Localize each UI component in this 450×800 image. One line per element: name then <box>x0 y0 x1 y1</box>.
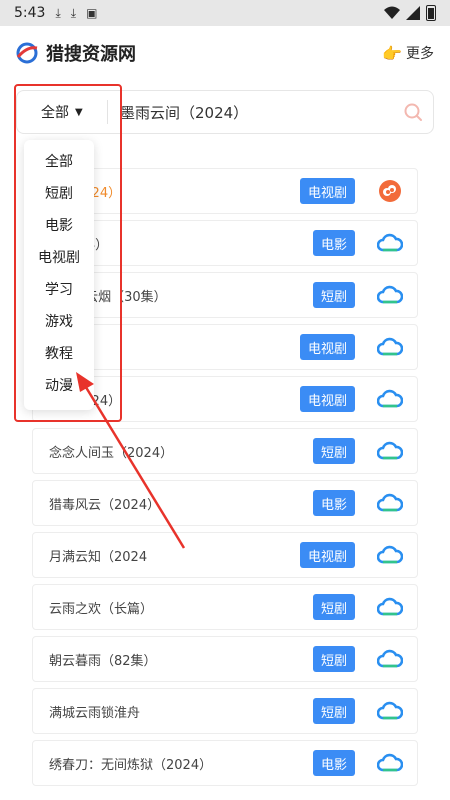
result-row[interactable]: 云雨之欢（长篇） 短剧 <box>32 584 418 630</box>
result-tag: 电视剧 <box>299 542 355 568</box>
dropdown-option-anime[interactable]: 动漫 <box>24 370 94 402</box>
baidu-cloud-icon[interactable] <box>377 334 403 360</box>
dropdown-option-all[interactable]: 全部 <box>24 146 94 178</box>
site-logo-icon <box>16 42 38 64</box>
baidu-cloud-icon[interactable] <box>377 230 403 256</box>
status-bar: 5:43 ⤓ ⤓ ▣ <box>0 0 450 26</box>
baidu-cloud-icon[interactable] <box>377 282 403 308</box>
baidu-cloud-icon[interactable] <box>377 386 403 412</box>
dropdown-option-movie[interactable]: 电影 <box>24 210 94 242</box>
search-input[interactable] <box>108 103 393 121</box>
status-time: 5:43 <box>14 5 46 21</box>
result-tag: 电视剧 <box>299 334 355 360</box>
caret-down-icon: ▼ <box>75 106 83 118</box>
result-title: 云雨之欢（长篇） <box>49 601 154 617</box>
dropdown-option-short-drama[interactable]: 短剧 <box>24 178 94 210</box>
result-row[interactable]: 念念人间玉（2024） 短剧 <box>32 428 418 474</box>
baidu-cloud-icon[interactable] <box>377 698 403 724</box>
result-tag: 短剧 <box>312 698 355 724</box>
dropdown-option-study[interactable]: 学习 <box>24 274 94 306</box>
result-title: 月满云知（2024 <box>49 549 148 565</box>
category-dropdown: 全部 短剧 电影 电视剧 学习 游戏 教程 动漫 <box>24 140 94 410</box>
baidu-cloud-icon[interactable] <box>377 542 403 568</box>
result-title: 猎毒风云（2024） <box>49 497 161 513</box>
more-button[interactable]: 👉 更多 <box>382 43 434 63</box>
result-tag: 短剧 <box>312 646 355 672</box>
signal-icon <box>406 6 420 20</box>
search-button[interactable] <box>393 102 433 122</box>
result-tag: 电影 <box>312 230 355 256</box>
battery-icon <box>426 5 436 21</box>
result-tag: 电影 <box>312 490 355 516</box>
category-select[interactable]: 全部 ▼ <box>17 102 103 122</box>
ucloud-icon[interactable] <box>377 178 403 204</box>
result-row[interactable]: 月满云知（2024 电视剧 <box>32 532 418 578</box>
more-label: 更多 <box>406 46 434 62</box>
result-row[interactable]: 猎毒风云（2024） 电影 <box>32 480 418 526</box>
site-title: 猎搜资源网 <box>46 44 136 65</box>
result-tag: 电影 <box>312 750 355 776</box>
result-title: 绣春刀：无间炼狱（2024） <box>49 757 213 773</box>
pointing-hand-icon: 👉 <box>382 43 402 63</box>
baidu-cloud-icon[interactable] <box>377 594 403 620</box>
baidu-cloud-icon[interactable] <box>377 646 403 672</box>
wifi-icon <box>384 6 400 19</box>
result-tag: 电视剧 <box>299 386 355 412</box>
result-tag: 短剧 <box>312 282 355 308</box>
baidu-cloud-icon[interactable] <box>377 490 403 516</box>
download-icon: ⤓ <box>70 5 77 20</box>
search-icon <box>404 103 422 121</box>
result-title: 朝云暮雨（82集） <box>49 653 157 669</box>
download-icon: ⤓ <box>55 5 61 20</box>
category-select-value: 全部 <box>41 105 69 121</box>
dropdown-option-tv-series[interactable]: 电视剧 <box>24 242 94 274</box>
result-tag: 短剧 <box>312 438 355 464</box>
result-row[interactable]: 绣春刀：无间炼狱（2024） 电影 <box>32 740 418 786</box>
result-title: 念念人间玉（2024） <box>49 445 174 461</box>
result-row[interactable]: 满城云雨锁淮舟 短剧 <box>32 688 418 734</box>
baidu-cloud-icon[interactable] <box>377 438 403 464</box>
app-header: 猎搜资源网 👉 更多 <box>0 26 450 80</box>
search-bar: 全部 ▼ <box>16 90 434 134</box>
result-title: 满城云雨锁淮舟 <box>49 705 141 721</box>
result-tag: 短剧 <box>312 594 355 620</box>
baidu-cloud-icon[interactable] <box>377 750 403 776</box>
dropdown-option-game[interactable]: 游戏 <box>24 306 94 338</box>
notification-icon: ▣ <box>86 6 98 20</box>
dropdown-option-tutorial[interactable]: 教程 <box>24 338 94 370</box>
result-row[interactable]: 朝云暮雨（82集） 短剧 <box>32 636 418 682</box>
result-tag: 电视剧 <box>299 178 355 204</box>
